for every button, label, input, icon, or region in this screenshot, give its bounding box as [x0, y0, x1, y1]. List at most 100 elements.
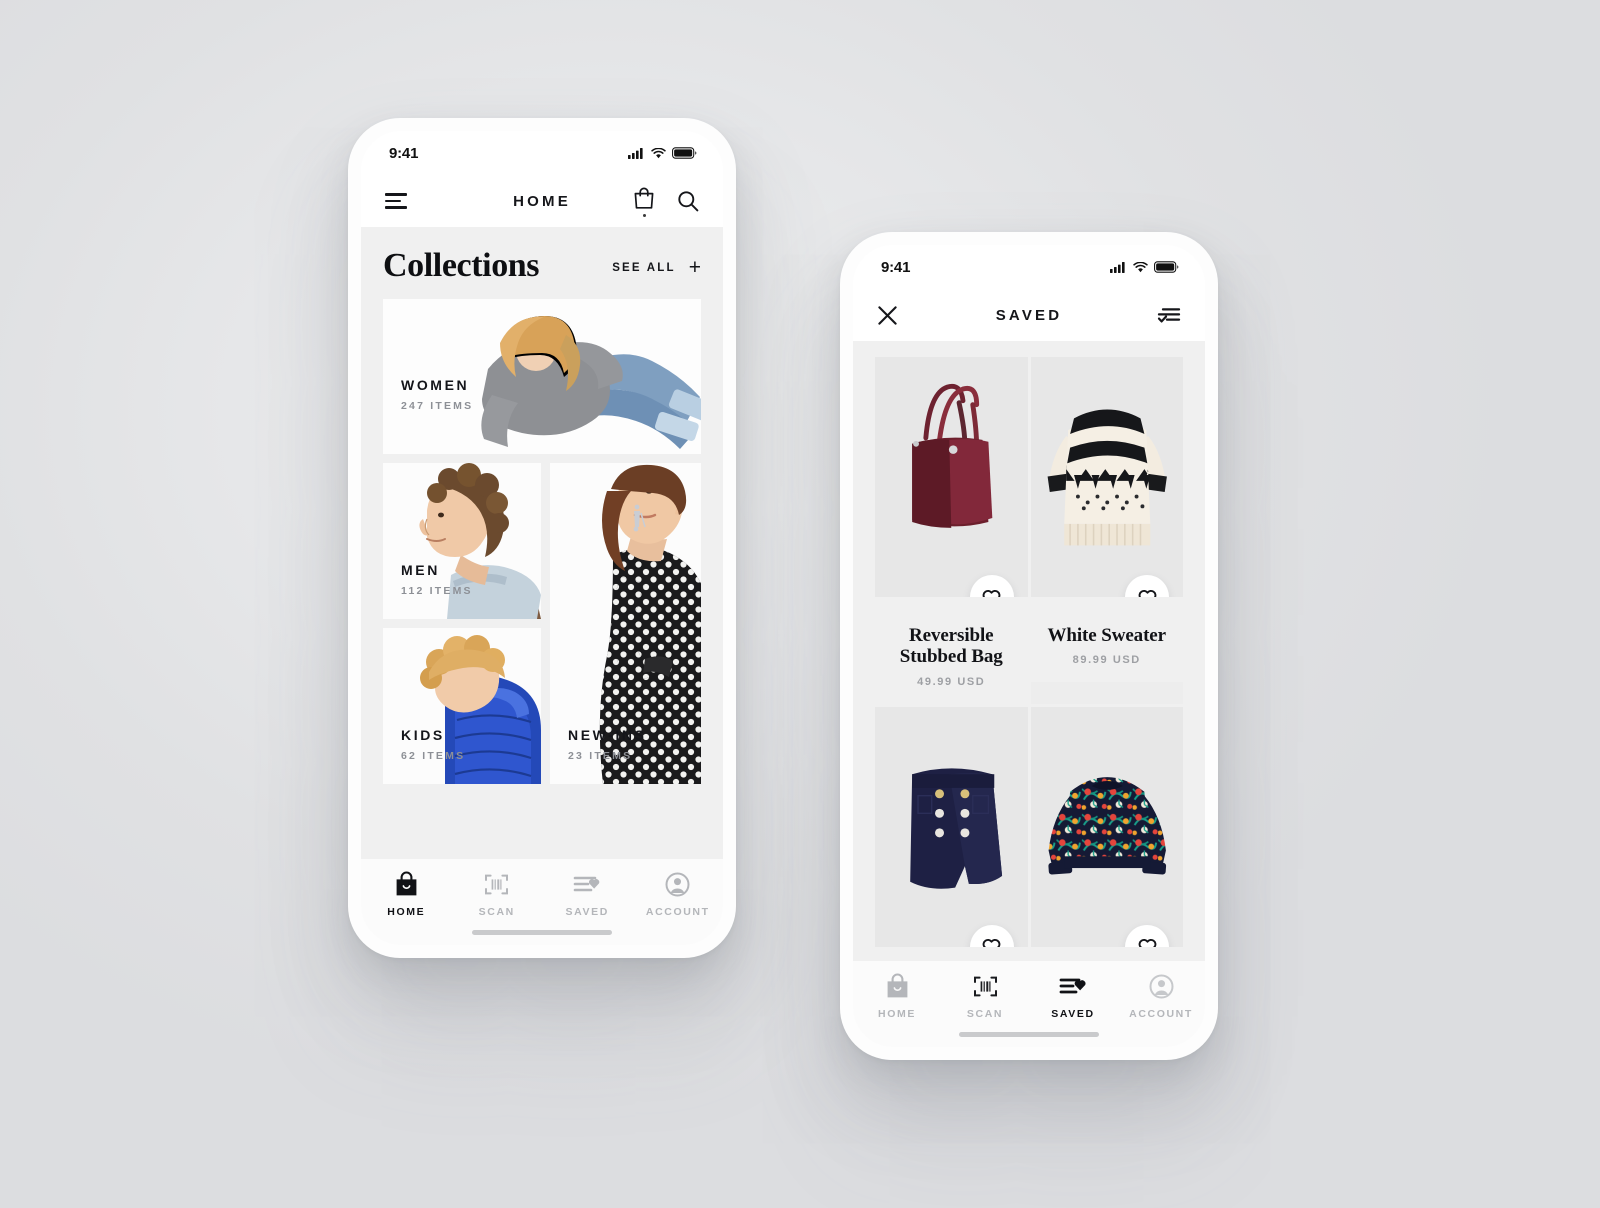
search-icon [678, 191, 699, 212]
product-meta: Reversible Stubbed Bag 49.99 USD [875, 597, 1028, 704]
saved-scroll-area[interactable]: Reversible Stubbed Bag 49.99 USD White S… [853, 341, 1205, 961]
shopping-bag-icon [885, 973, 910, 999]
plus-icon: + [688, 256, 701, 279]
search-button[interactable] [677, 190, 699, 212]
product-card[interactable] [875, 706, 1028, 961]
status-icons [1110, 261, 1179, 273]
tab-home[interactable]: HOME [853, 973, 941, 1020]
tab-label: ACCOUNT [1129, 1008, 1193, 1020]
phone-screen-saved: 9:41 SAVED Reversible Stubbed Bag 49.99 … [853, 245, 1205, 1047]
shopping-bag-icon [634, 187, 654, 209]
status-bar: 9:41 [853, 245, 1205, 289]
product-image-wrap [1030, 357, 1183, 597]
tab-account[interactable]: ACCOUNT [633, 871, 724, 918]
phone-mockup-home: 9:41 HOME Collections SEE ALL + WOMEN 24… [348, 118, 736, 958]
tab-label: ACCOUNT [645, 906, 710, 918]
heart-icon [982, 939, 1001, 947]
tab-home[interactable]: HOME [361, 871, 452, 918]
product-image-burgundy-tote-bag [875, 357, 1028, 597]
tab-saved[interactable]: SAVED [542, 871, 633, 918]
collection-card-women[interactable]: WOMEN 247 ITEMS [383, 299, 701, 454]
barcode-scan-icon [484, 871, 509, 897]
barcode-scan-icon [973, 973, 998, 999]
page-title-home: HOME [513, 192, 571, 210]
product-card[interactable]: White Sweater 89.99 USD [1030, 357, 1183, 704]
battery-icon [1154, 261, 1179, 273]
heart-icon [982, 589, 1001, 597]
tab-scan[interactable]: SCAN [452, 871, 543, 918]
collection-label-men: MEN 112 ITEMS [401, 562, 473, 597]
collections-grid: WOMEN 247 ITEMS MEN 112 ITEMS KIDS 62 IT… [361, 299, 723, 784]
phone-mockup-saved: 9:41 SAVED Reversible Stubbed Bag 49.99 … [840, 232, 1218, 1060]
product-meta [875, 946, 1028, 961]
hamburger-menu-button[interactable] [385, 193, 407, 209]
tab-account[interactable]: ACCOUNT [1117, 973, 1205, 1020]
heart-icon [1138, 939, 1156, 947]
page-title-saved: SAVED [995, 306, 1063, 324]
wifi-icon [651, 147, 666, 158]
status-icons [628, 147, 697, 159]
collection-card-kids[interactable]: KIDS 62 ITEMS [383, 628, 541, 784]
collection-card-new-ins[interactable]: NEW-INS 23 ITEMS [550, 463, 701, 784]
cellular-signal-icon [1110, 261, 1125, 273]
tab-label: SAVED [565, 906, 609, 918]
tab-saved[interactable]: SAVED [1029, 973, 1117, 1020]
filter-sort-button[interactable] [1157, 306, 1181, 324]
product-image-wrap [875, 357, 1028, 597]
product-name-line2: Stubbed Bag [899, 646, 1003, 668]
nav-bar-home: HOME [361, 175, 723, 227]
product-image-wrap [875, 706, 1028, 947]
bag-badge-dot [642, 213, 646, 217]
cellular-signal-icon [628, 147, 643, 159]
nav-bar-saved: SAVED [853, 289, 1205, 341]
bottom-tab-bar-saved: HOME SCAN SAVED ACCOUNT [853, 961, 1205, 1047]
collection-count: 62 ITEMS [401, 750, 466, 762]
see-all-button[interactable]: SEE ALL + [612, 257, 701, 283]
status-time: 9:41 [881, 258, 911, 276]
nav-right-group [1141, 306, 1181, 324]
collection-count: 247 ITEMS [401, 400, 474, 412]
heart-icon [1138, 589, 1156, 597]
home-scroll-area[interactable]: Collections SEE ALL + WOMEN 247 ITEMS ME… [361, 227, 723, 859]
product-card[interactable]: Reversible Stubbed Bag 49.99 USD [875, 357, 1028, 704]
product-name: Reversible Stubbed Bag [883, 625, 1020, 668]
product-image-navy-button-skort [875, 707, 1028, 947]
tab-label: SCAN [966, 1008, 1004, 1020]
collection-card-men[interactable]: MEN 112 ITEMS [383, 463, 541, 619]
tab-label: SCAN [478, 906, 515, 918]
battery-icon [672, 147, 697, 159]
saved-list-heart-icon [573, 871, 601, 897]
tab-scan[interactable]: SCAN [941, 973, 1029, 1020]
collection-label-new-ins: NEW-INS 23 ITEMS [568, 727, 647, 762]
tab-label: HOME [387, 906, 426, 918]
hamburger-menu-icon [385, 193, 407, 209]
shopping-bag-icon [394, 871, 419, 897]
product-image-wrap [1030, 706, 1183, 947]
product-image-floral-print-sweater [1030, 707, 1183, 947]
product-name-line1: Reversible [909, 625, 994, 646]
tab-label: HOME [878, 1008, 916, 1020]
collection-label-women: WOMEN 247 ITEMS [401, 377, 473, 412]
close-button[interactable] [877, 305, 898, 326]
collection-count: 112 ITEMS [401, 585, 473, 597]
phone-screen-home: 9:41 HOME Collections SEE ALL + WOMEN 24… [361, 131, 723, 945]
product-price: 89.99 USD [1072, 654, 1141, 667]
product-card[interactable] [1030, 706, 1183, 961]
status-bar: 9:41 [361, 131, 723, 175]
page-heading: Collections [383, 247, 540, 284]
collections-row-two: MEN 112 ITEMS KIDS 62 ITEMS NEW-INS 23 I… [383, 463, 701, 784]
collection-name: WOMEN [401, 377, 470, 393]
user-account-icon [665, 871, 690, 897]
status-time: 9:41 [389, 144, 419, 162]
filter-sort-icon [1157, 308, 1181, 323]
collection-label-kids: KIDS 62 ITEMS [401, 727, 465, 762]
tab-label: SAVED [1051, 1008, 1095, 1020]
shopping-bag-button[interactable] [633, 186, 655, 217]
collection-count: 23 ITEMS [568, 750, 633, 762]
saved-list-heart-icon [1059, 973, 1087, 999]
collection-name: KIDS [401, 727, 445, 743]
nav-left-group [385, 193, 455, 209]
see-all-label: SEE ALL [612, 261, 676, 274]
close-x-icon [878, 305, 897, 325]
home-indicator [959, 1032, 1099, 1037]
